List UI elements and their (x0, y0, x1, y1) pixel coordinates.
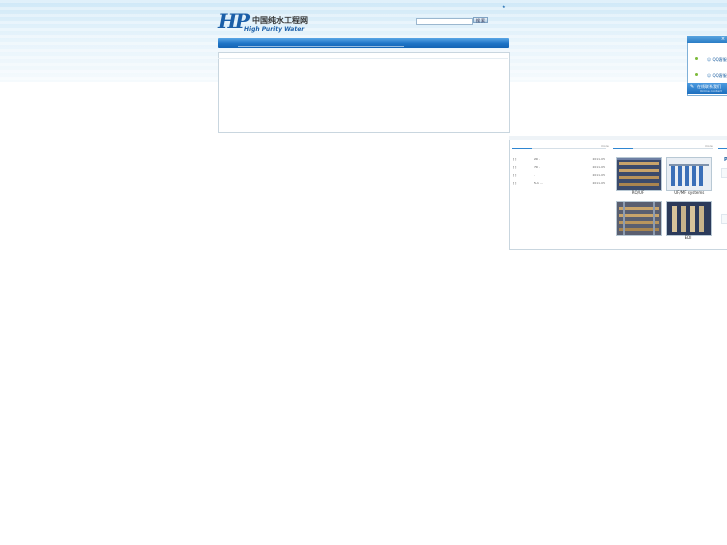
news-item[interactable]: [ ] 20 . 2011-05 (513, 156, 605, 163)
search-input[interactable] (416, 18, 473, 25)
side-fragment-box (721, 168, 727, 178)
logo-english-name: High Purity Water (244, 26, 305, 33)
product-photo[interactable] (666, 201, 712, 236)
product-caption[interactable]: UF/MF systems (666, 190, 710, 195)
main-content-box (218, 52, 510, 133)
status-dot (695, 73, 698, 76)
news-item-title[interactable]: 70 . (534, 164, 540, 171)
nav-highlight (238, 46, 404, 47)
news-item-date: 2011-05 (592, 181, 605, 185)
widget-footer-sublabel: Online contact (700, 89, 722, 93)
status-dot (695, 57, 698, 60)
news-item-date: 2011-05 (592, 165, 605, 169)
news-item-bracket: [ ] (513, 165, 517, 169)
news-item[interactable]: [ ] . 2011-05 (513, 172, 605, 179)
news-item[interactable]: [ ] 5-1 ... 2011-05 (513, 180, 605, 187)
product-photo[interactable] (666, 157, 712, 191)
products-section-accent (613, 148, 633, 149)
qq-contact-link[interactable]: ☺ QQ客服 (707, 73, 727, 79)
news-item-bracket: [ ] (513, 157, 517, 161)
product-photo[interactable] (616, 201, 662, 236)
news-item-title[interactable]: 20 . (534, 156, 540, 163)
news-item-date: 2011-05 (592, 173, 605, 177)
news-item-date: 2011-05 (592, 157, 605, 161)
news-more-link[interactable]: more (601, 144, 609, 148)
close-icon[interactable]: × (720, 37, 726, 42)
news-item[interactable]: [ ] 70 . 2011-05 (513, 164, 605, 171)
qq-label: QQ客服 (712, 73, 727, 78)
tag-icon: ✎ (690, 84, 695, 90)
search-button[interactable]: 搜 索 (473, 17, 488, 23)
qq-icon: ☺ (707, 73, 712, 78)
qq-icon: ☺ (707, 57, 712, 62)
product-caption[interactable]: RO/UF (616, 190, 660, 195)
products-more-link[interactable]: more (705, 144, 713, 148)
qq-contact-link[interactable]: ☺ QQ客服 (707, 57, 727, 63)
news-section-accent (512, 148, 532, 149)
star-icon: ★ (502, 4, 506, 9)
news-item-title[interactable]: 5-1 ... (534, 180, 543, 187)
main-box-divider (218, 58, 508, 59)
qq-label: QQ客服 (712, 57, 727, 62)
side-fragment-box (721, 214, 727, 224)
product-caption[interactable]: EDI (666, 235, 710, 240)
product-photo[interactable] (616, 157, 662, 191)
lower-panel-topbar (509, 136, 727, 140)
news-item-title[interactable]: . (534, 172, 535, 179)
logo-chinese-name: 中国纯水工程网 (252, 15, 308, 25)
news-item-bracket: [ ] (513, 181, 517, 185)
site-logo[interactable]: HP 中国纯水工程网 High Purity Water (218, 10, 310, 34)
side-section-accent (718, 148, 727, 149)
news-item-bracket: [ ] (513, 173, 517, 177)
